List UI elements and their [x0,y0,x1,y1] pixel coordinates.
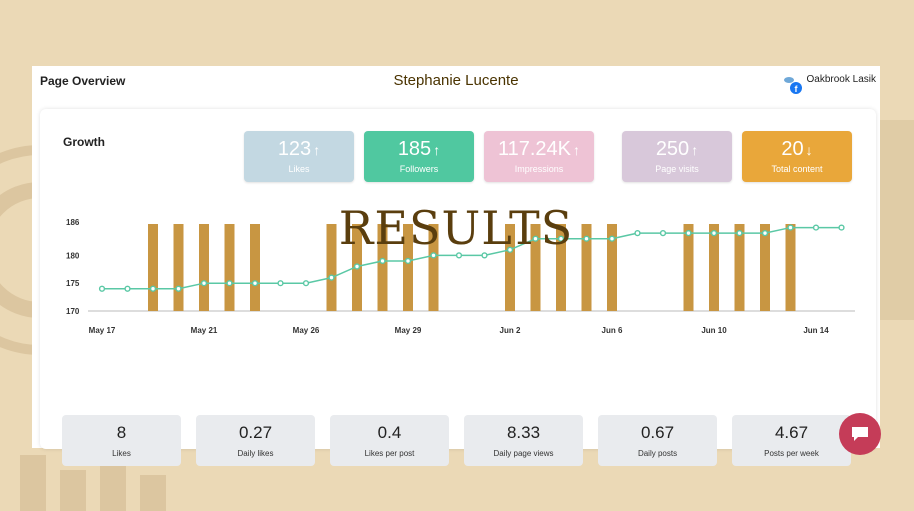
brand-badge[interactable]: f Oakbrook Lasik [781,73,876,95]
results-watermark: RESULTS [338,201,574,255]
metric-value: 0.67 [640,423,675,442]
profile-name: Stephanie Lucente [393,72,519,89]
data-point [226,280,233,287]
y-tick-label: 170 [66,307,80,316]
x-tick-label: Jun 2 [500,326,521,335]
page-overview-card: Page Overview Stephanie Lucente f Oakbro… [32,66,880,466]
data-point [149,285,157,292]
x-tick-label: May 17 [89,326,116,335]
x-tick-label: Jun 14 [803,326,829,335]
metric-label: Posts per week [764,449,819,458]
chat-bubble-icon [852,427,868,441]
metric-label: Likes [112,449,131,458]
metric-label: Daily page views [493,449,554,458]
growth-panel: Growth 123 ↑ Likes 185 ↑ Followers 117.24K… [40,109,876,466]
data-point [124,285,131,292]
metric-label: Likes per post [364,449,415,458]
data-point [200,280,208,287]
data-point [175,285,182,292]
data-point [404,257,412,265]
metric-daily-likes: 0.27 Daily likes [196,415,315,466]
metric-label: Daily posts [637,449,678,458]
y-tick-label: 175 [66,279,80,288]
x-tick-label: May 26 [293,326,320,335]
data-point [98,285,106,292]
data-point [353,263,361,270]
data-point [328,274,335,281]
brand-name: Oakbrook Lasik [806,74,876,85]
x-tick-label: May 21 [191,326,218,335]
metric-value: 8 [116,423,127,442]
facebook-icon: f [781,73,803,95]
metric-value: 0.27 [238,423,273,442]
x-tick-label: Jun 6 [602,326,623,335]
data-point [379,257,386,265]
data-point [302,280,310,287]
metric-value: 4.67 [774,423,809,442]
metric-posts-per-week: 4.67 Posts per week [732,415,851,466]
metric-likes: 8 Likes [62,415,181,466]
metric-label: Daily likes [237,449,274,458]
x-tick-label: May 29 [395,326,422,335]
data-point [251,280,259,287]
metric-daily-page-views: 8.33 Daily page views [464,415,583,466]
x-tick-label: Jun 10 [701,326,727,335]
metric-likes-per-post: 0.4 Likes per post [330,415,449,466]
metric-value: 0.4 [377,423,402,442]
metric-value: 8.33 [506,423,541,442]
data-point [277,280,284,287]
chat-button[interactable] [839,413,881,455]
metric-daily-posts: 0.67 Daily posts [598,415,717,466]
